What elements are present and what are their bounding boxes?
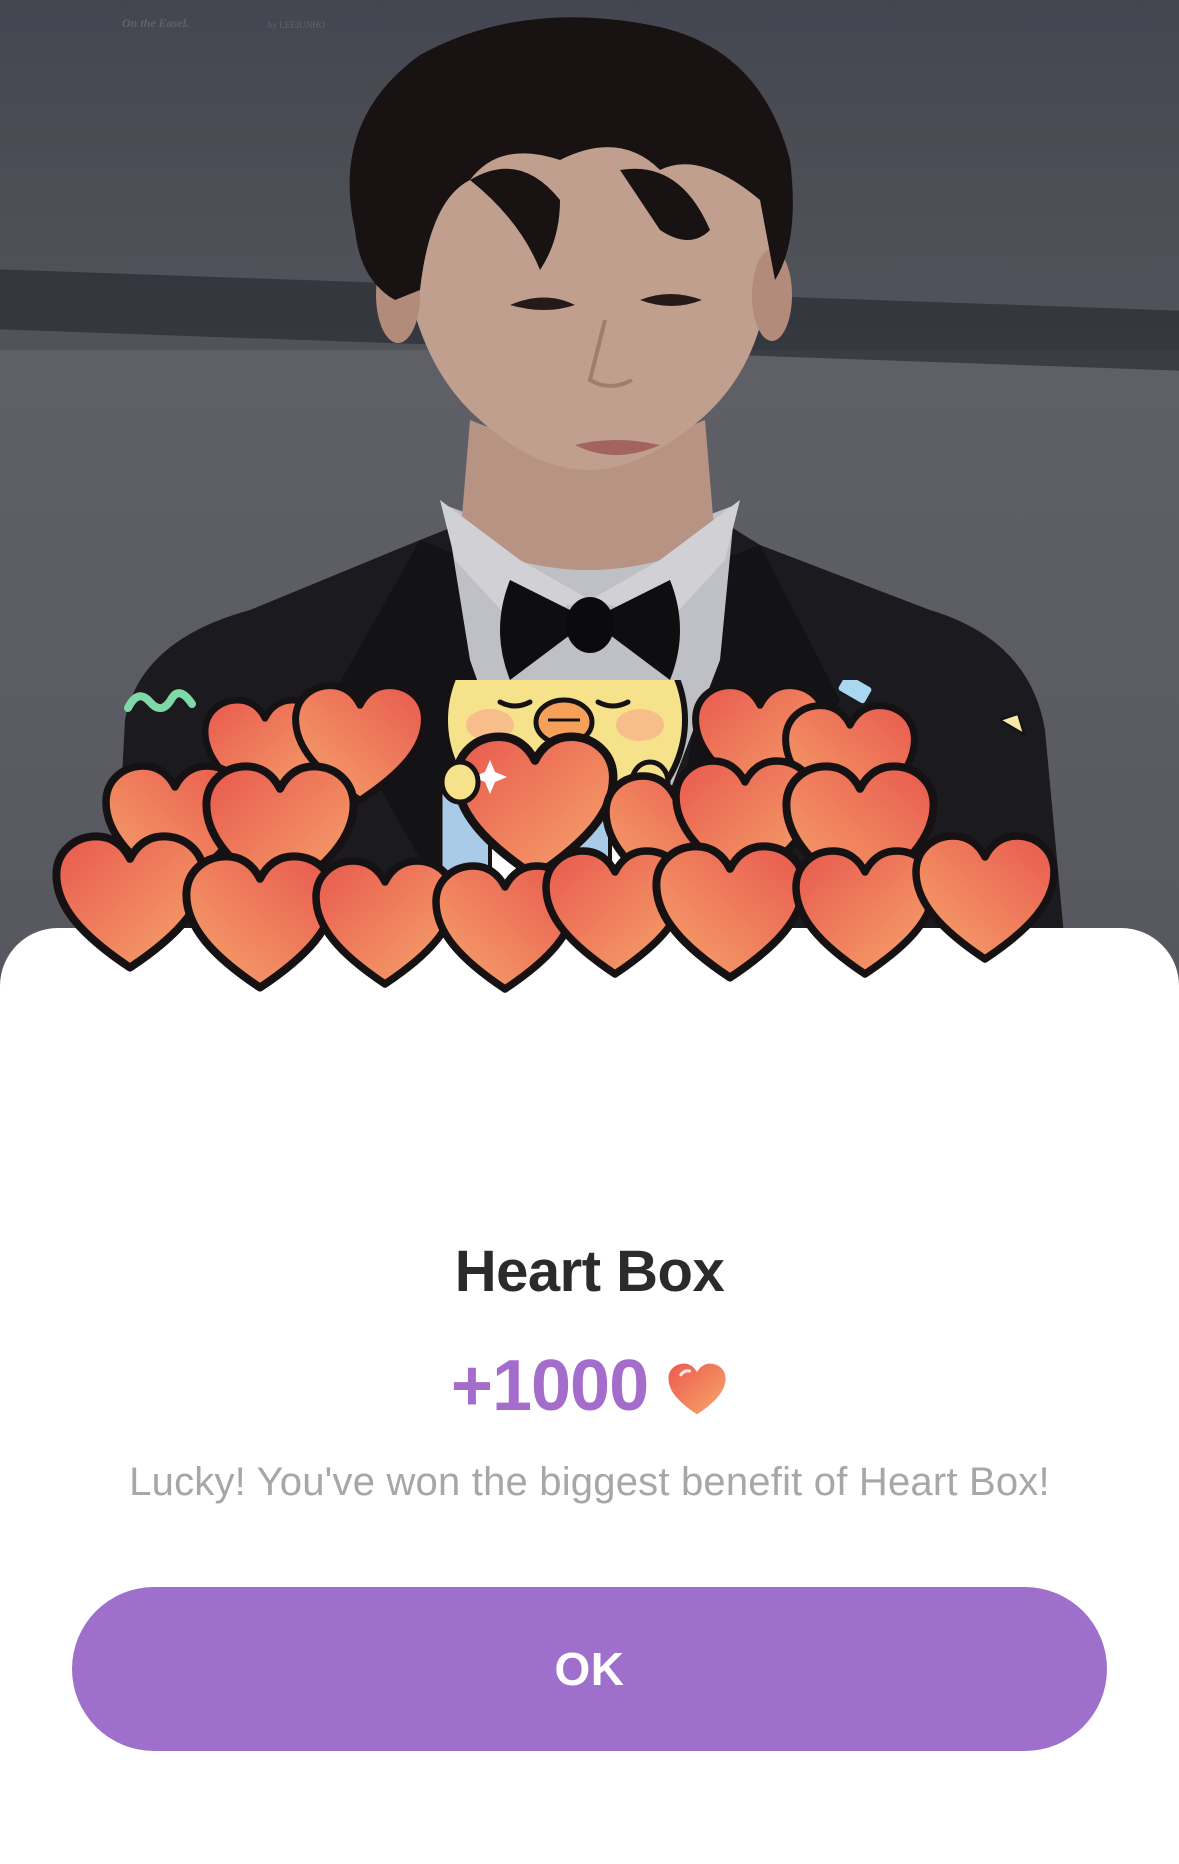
heart-icon <box>668 1363 726 1415</box>
confetti-piece <box>838 680 872 704</box>
ok-button[interactable]: OK <box>72 1587 1107 1751</box>
dialog-title: Heart Box <box>454 1239 725 1304</box>
reward-amount: +1000 <box>450 1346 649 1426</box>
heart-icon <box>186 856 333 987</box>
ok-button-label: OK <box>554 1643 625 1695</box>
confetti-squiggle <box>124 689 196 712</box>
heart-icon <box>56 836 203 967</box>
reward-message: Lucky! You've won the biggest benefit of… <box>129 1460 1050 1504</box>
heart-box-illustration <box>50 680 1130 1180</box>
heart-icon <box>316 861 454 984</box>
heart-icon <box>656 846 803 977</box>
reward-amount-row: +1000 <box>0 1338 1179 1434</box>
heart-icon <box>916 836 1054 959</box>
confetti-piece <box>997 712 1026 737</box>
